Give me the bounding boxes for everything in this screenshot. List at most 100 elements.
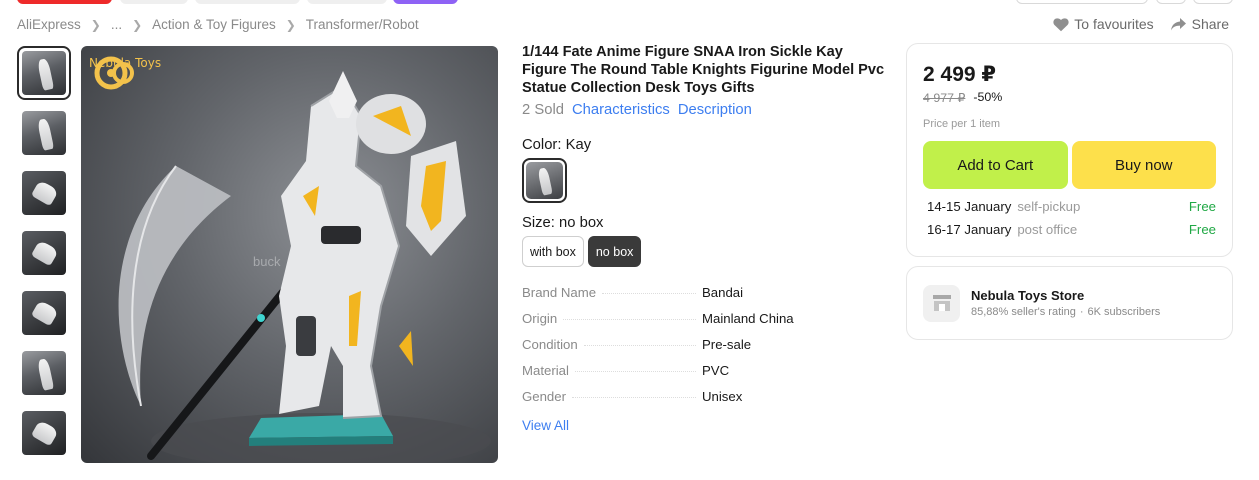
thumbnail-image — [22, 111, 66, 155]
top-control[interactable] — [1156, 0, 1186, 4]
price-card: 2 499 ₽ 4 977 ₽ -50% Price per 1 item Ad… — [906, 43, 1233, 257]
thumbnail-list — [17, 46, 73, 466]
spec-key: Brand Name — [522, 285, 597, 300]
spec-row: Origin Mainland China — [522, 311, 852, 337]
spec-divider — [572, 397, 696, 398]
size-option-label: Size: no box — [522, 215, 887, 231]
spec-row: Condition Pre-sale — [522, 337, 852, 363]
thumbnail[interactable] — [17, 346, 71, 400]
main-product-image[interactable]: Nebula Toys buck — [81, 46, 498, 463]
top-nav-remnant — [0, 0, 1259, 6]
color-swatch-kay[interactable] — [522, 158, 567, 203]
size-option-with-box[interactable]: with box — [522, 236, 584, 267]
thumbnail[interactable] — [17, 406, 71, 460]
brand-logo: Nebula Toys — [89, 54, 161, 90]
spec-key: Condition — [522, 337, 578, 352]
purchase-buttons: Add to Cart Buy now — [923, 141, 1216, 189]
spec-value: Unisex — [702, 389, 743, 404]
share-button[interactable]: Share — [1170, 16, 1229, 32]
header-actions: To favourites Share — [1053, 16, 1229, 32]
top-tab[interactable] — [195, 0, 300, 4]
delivery-options: 14-15 January self-pickup Free 16-17 Jan… — [923, 195, 1216, 241]
figure-illustration — [118, 71, 491, 463]
thumbnail-image — [22, 231, 66, 275]
thumbnail[interactable] — [17, 166, 71, 220]
size-label: Size: — [522, 215, 555, 231]
store-info: Nebula Toys Store 85,88% seller's rating… — [971, 288, 1160, 318]
specifications-list: Brand Name Bandai Origin Mainland China … — [522, 285, 852, 415]
breadcrumb-item-transformer-robot[interactable]: Transformer/Robot — [306, 17, 419, 32]
discount-badge: -50% — [973, 90, 1003, 104]
description-link[interactable]: Description — [678, 102, 752, 118]
spec-divider — [602, 293, 696, 294]
buy-now-button[interactable]: Buy now — [1071, 141, 1216, 189]
spec-value: PVC — [702, 363, 730, 378]
old-price: 4 977 ₽ — [923, 91, 966, 105]
thumbnail[interactable] — [17, 46, 71, 100]
breadcrumb: AliExpress ❯ ... ❯ Action & Toy Figures … — [17, 17, 419, 32]
color-option-label: Color: Kay — [522, 137, 887, 153]
spec-row: Gender Unisex — [522, 389, 852, 415]
store-card[interactable]: Nebula Toys Store 85,88% seller's rating… — [906, 266, 1233, 340]
chevron-right-icon: ❯ — [285, 17, 296, 32]
store-avatar — [923, 284, 960, 322]
spec-divider — [563, 319, 696, 320]
store-icon — [932, 295, 951, 311]
delivery-date: 16-17 January — [927, 222, 1012, 237]
thumbnail-image — [22, 291, 66, 335]
share-label: Share — [1191, 16, 1229, 32]
spec-row: Brand Name Bandai — [522, 285, 852, 311]
size-options: with box no box — [522, 236, 887, 267]
current-price: 2 499 ₽ — [923, 63, 996, 86]
spec-divider — [583, 345, 696, 346]
price-old-row: 4 977 ₽ -50% — [923, 90, 1216, 105]
top-tab[interactable] — [307, 0, 387, 4]
spec-value: Mainland China — [702, 311, 794, 326]
spec-key: Origin — [522, 311, 558, 326]
size-option-no-box[interactable]: no box — [587, 236, 642, 267]
thumbnail-image — [22, 51, 66, 95]
top-control[interactable] — [1016, 0, 1148, 4]
favourites-button[interactable]: To favourites — [1053, 16, 1154, 32]
color-value: Kay — [565, 137, 592, 153]
nebula-logo-icon — [94, 56, 134, 90]
breadcrumb-item-action-toy-figures[interactable]: Action & Toy Figures — [152, 17, 276, 32]
breadcrumb-item-ellipsis[interactable]: ... — [111, 17, 122, 32]
top-tab-red[interactable] — [17, 0, 112, 4]
delivery-option[interactable]: 16-17 January post office Free — [923, 218, 1216, 241]
price-per-item: Price per 1 item — [923, 118, 1001, 130]
thumbnail[interactable] — [17, 286, 71, 340]
store-name[interactable]: Nebula Toys Store — [971, 288, 1160, 303]
add-to-cart-button[interactable]: Add to Cart — [923, 141, 1068, 189]
share-icon — [1170, 17, 1186, 30]
breadcrumb-item-aliexpress[interactable]: AliExpress — [17, 17, 81, 32]
sold-count: 2 Sold — [522, 102, 564, 118]
product-info: 1/144 Fate Anime Figure SNAA Iron Sickle… — [522, 43, 887, 433]
delivery-cost: Free — [1188, 199, 1216, 214]
subscriber-count: 6K subscribers — [1087, 306, 1161, 318]
delivery-method: post office — [1017, 222, 1078, 237]
seller-rating: 85,88% seller's rating — [971, 306, 1076, 318]
thumbnail[interactable] — [17, 106, 71, 160]
thumbnail[interactable] — [17, 226, 71, 280]
thumbnail-image — [22, 351, 66, 395]
favourites-label: To favourites — [1074, 16, 1154, 32]
spec-key: Gender — [522, 389, 566, 404]
product-title: 1/144 Fate Anime Figure SNAA Iron Sickle… — [522, 44, 885, 96]
chevron-right-icon: ❯ — [132, 17, 143, 32]
delivery-date: 14-15 January — [927, 199, 1012, 214]
delivery-option[interactable]: 14-15 January self-pickup Free — [923, 195, 1216, 218]
store-meta: 85,88% seller's rating · 6K subscribers — [971, 306, 1160, 318]
separator-dot: · — [1079, 306, 1084, 318]
spec-row: Material PVC — [522, 363, 852, 389]
view-all-link[interactable]: View All — [522, 418, 887, 433]
delivery-method: self-pickup — [1017, 199, 1081, 214]
heart-icon — [1053, 17, 1069, 31]
product-meta: 2 Sold Characteristics Description — [522, 102, 887, 118]
top-tab[interactable] — [120, 0, 188, 4]
characteristics-link[interactable]: Characteristics — [572, 102, 670, 118]
spec-value: Bandai — [702, 285, 744, 300]
top-tab-purple[interactable] — [393, 0, 458, 4]
color-swatch-image — [526, 162, 563, 199]
top-control[interactable] — [1193, 0, 1233, 4]
